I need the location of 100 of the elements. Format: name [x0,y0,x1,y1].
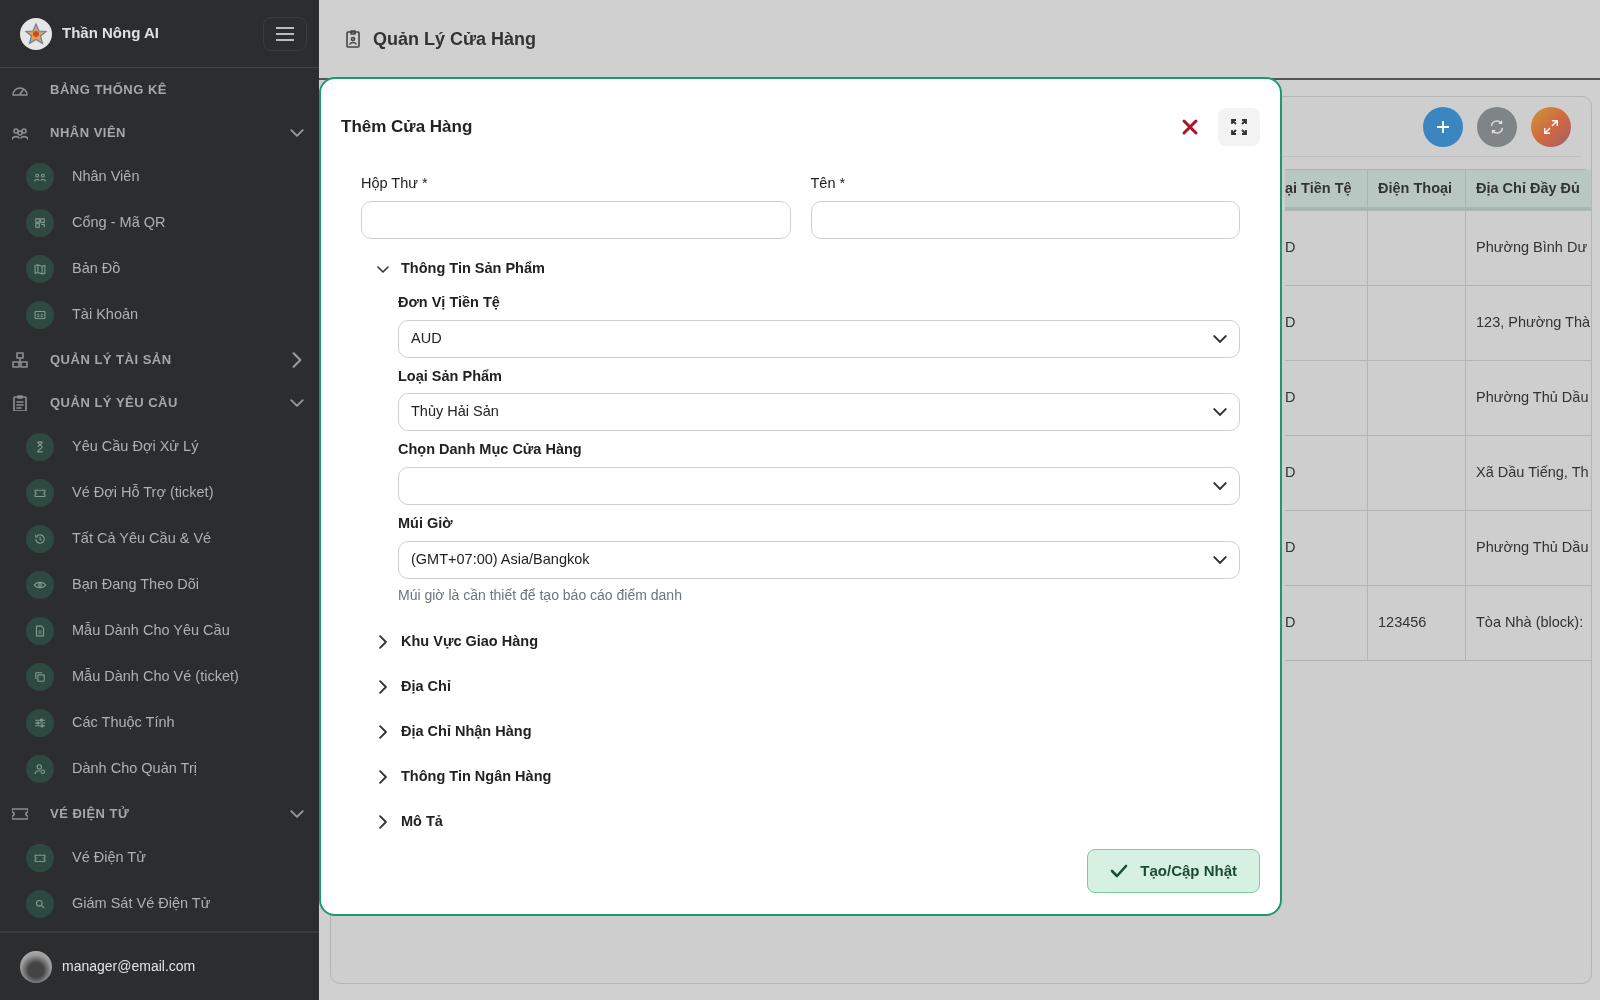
copy-icon [26,663,54,691]
menu-item[interactable]: Nhân Viên [0,154,319,200]
field-label: Múi Giờ [398,514,454,533]
check-icon [1110,863,1129,879]
menu-button[interactable] [263,16,307,51]
select-field[interactable]: AUD [398,319,1240,358]
section-toggle[interactable]: Thông Tin Sản Phẩm [361,246,1240,292]
chevron-icon [376,725,390,740]
field-label: Hộp Thư * [361,174,429,193]
menu-item[interactable]: Các Thuộc Tính [0,700,319,746]
menu-link[interactable]: BẢNG THỐNG KÊ [0,68,319,111]
ticket-icon [26,479,54,507]
boxes-icon [12,351,28,368]
menu-group[interactable]: NHÂN VIÊN [0,111,319,154]
menu-icon [275,25,295,42]
table-cell: D [1285,285,1367,360]
select-field[interactable]: (GMT+07:00) Asia/Bangkok [398,540,1240,579]
chevron-icon [376,635,390,650]
field-label: Đơn Vị Tiền Tệ [398,292,501,312]
ticket-icon [12,805,28,822]
chevron-icon [376,770,390,785]
menu-group[interactable]: QUẢN LÝ TÀI SẢN [0,338,319,381]
plus-icon [1435,118,1451,135]
ticket-icon [26,844,54,872]
field-label: Loại Sản Phẩm [398,366,503,386]
menu-item[interactable]: Yêu Cầu Đợi Xử Lý [0,424,319,470]
table-cell: 123456 [1367,585,1465,660]
menu-item[interactable]: Cổng - Mã QR [0,200,319,246]
table-cell: 123, Phường Thà [1465,285,1591,360]
column-header: ại Tiền Tệ [1285,170,1367,210]
search-icon [26,890,54,918]
star-logo [20,17,52,50]
id-card-icon [26,301,54,329]
fullscreen-button[interactable] [1218,108,1260,146]
add-button[interactable] [1423,106,1463,147]
chevron-icon [1213,334,1227,343]
qr-code-icon [26,209,54,237]
sliders-icon [26,709,54,737]
eye-icon [26,571,54,599]
clipboard-icon [12,394,28,411]
table-cell: Phường Thủ Dầu [1465,510,1591,585]
fullscreen-icon [1230,118,1248,136]
table-cell: Tòa Nhà (block): [1465,585,1591,660]
column-header: Địa Chỉ Đầy Đủ [1465,170,1591,210]
submit-button[interactable]: Tạo/Cập Nhật [1087,849,1260,893]
refresh-button[interactable] [1477,106,1517,147]
chevron-icon [289,809,305,818]
avatar [20,950,52,983]
section-toggle[interactable]: Thông Tin Ngân Hàng [361,754,1240,800]
page-title: Quản Lý Cửa Hàng [373,27,537,51]
table-cell: D [1285,585,1367,660]
menu-group[interactable]: VÉ ĐIỆN TỬ [0,792,319,835]
table-cell: Xã Dầu Tiếng, Th [1465,435,1591,510]
table-cell: D [1285,510,1367,585]
hourglass-icon [26,433,54,461]
table-cell: D [1285,360,1367,435]
field-label: Tên * [810,174,847,193]
menu-item[interactable]: Vé Đợi Hỗ Trợ (ticket) [0,470,319,516]
map-icon [26,255,54,283]
table-cell: D [1285,435,1367,510]
dialog-title: Thêm Cửa Hàng [341,116,474,139]
chevron-icon [1213,482,1227,490]
chevron-icon [289,128,305,137]
table-cell: D [1285,210,1367,285]
user-icon [26,755,54,783]
select-field[interactable]: Thủy Hải Sản [398,393,1240,432]
help-text: Múi giờ là cần thiết để tạo báo cáo điểm danh [398,585,683,605]
menu-item[interactable]: Tất Cả Yêu Cầu & Vé [0,516,319,562]
section-toggle[interactable]: Mô Tả [361,799,1240,845]
menu-item[interactable]: Giám Sát Vé Điện Tử [0,881,319,927]
menu-item[interactable]: Tài Khoản [0,292,319,338]
input-field[interactable] [810,200,1240,239]
chevron-icon [376,680,390,695]
expand-icon [1542,117,1560,136]
clipboard-icon [343,29,363,49]
table-cell: Phường Bình Dư [1465,210,1591,285]
people-icon [26,163,54,191]
menu-item[interactable]: Vé Điện Tử [0,835,319,881]
section-toggle[interactable]: Địa Chỉ [361,664,1240,710]
menu-group[interactable]: QUẢN LÝ YÊU CẦU [0,381,319,424]
history-icon [26,525,54,553]
user-email: manager@email.com [62,957,196,976]
table-cell: Phường Thủ Dầu [1465,360,1591,435]
menu-item[interactable]: Bạn Đang Theo Dõi [0,562,319,608]
section-toggle[interactable]: Địa Chỉ Nhận Hàng [361,709,1240,755]
section-toggle[interactable]: Khu Vực Giao Hàng [361,619,1240,665]
brand-name: Thần Nông AI [62,23,160,44]
menu-item[interactable]: Mẫu Dành Cho Vé (ticket) [0,654,319,700]
field-label: Chọn Danh Mục Cửa Hàng [398,440,583,460]
input-field[interactable] [361,200,791,239]
menu-item[interactable]: Dành Cho Quản Trị [0,746,319,792]
menu-item[interactable]: Bản Đồ [0,246,319,292]
expand-button[interactable] [1531,106,1571,147]
document-icon [26,617,54,645]
refresh-icon [1488,117,1506,136]
select-field[interactable] [398,467,1240,505]
chevron-icon [1213,555,1227,564]
chevron-icon [289,398,305,407]
column-header: Điện Thoại [1367,170,1465,210]
menu-item[interactable]: Mẫu Dành Cho Yêu Cầu [0,608,319,654]
